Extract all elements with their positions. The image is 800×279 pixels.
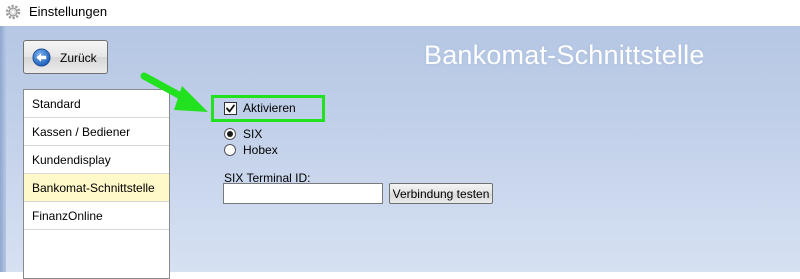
settings-panel: Zurück Bankomat-Schnittstelle Standard K… bbox=[0, 26, 800, 279]
terminal-id-input[interactable] bbox=[223, 183, 383, 204]
nav-item-kassen-bediener[interactable]: Kassen / Bediener bbox=[24, 118, 169, 146]
window-title: Einstellungen bbox=[29, 4, 108, 19]
radio-selected-dot bbox=[227, 131, 233, 137]
nav-item-finanzonline[interactable]: FinanzOnline bbox=[24, 202, 169, 230]
nav-item-bankomat-schnittstelle[interactable]: Bankomat-Schnittstelle bbox=[24, 174, 169, 202]
checkmark-icon bbox=[226, 104, 235, 113]
nav-item-kundendisplay[interactable]: Kundendisplay bbox=[24, 146, 169, 174]
title-bar: Einstellungen bbox=[0, 0, 800, 24]
test-connection-button[interactable]: Verbindung testen bbox=[389, 183, 493, 204]
window-border bbox=[0, 26, 6, 272]
activate-label: Aktivieren bbox=[243, 101, 296, 115]
radio-six-button[interactable] bbox=[224, 128, 236, 140]
back-arrow-icon bbox=[32, 48, 51, 67]
page-title: Bankomat-Schnittstelle bbox=[424, 40, 705, 70]
gear-icon bbox=[5, 4, 21, 20]
radio-hobex-label: Hobex bbox=[243, 143, 278, 157]
back-button[interactable]: Zurück bbox=[23, 40, 108, 74]
radio-six-label: SIX bbox=[243, 127, 263, 141]
annotation-arrow bbox=[140, 72, 208, 112]
back-button-label: Zurück bbox=[60, 51, 97, 65]
activate-checkbox[interactable] bbox=[224, 102, 237, 115]
radio-hobex-button[interactable] bbox=[224, 144, 236, 156]
